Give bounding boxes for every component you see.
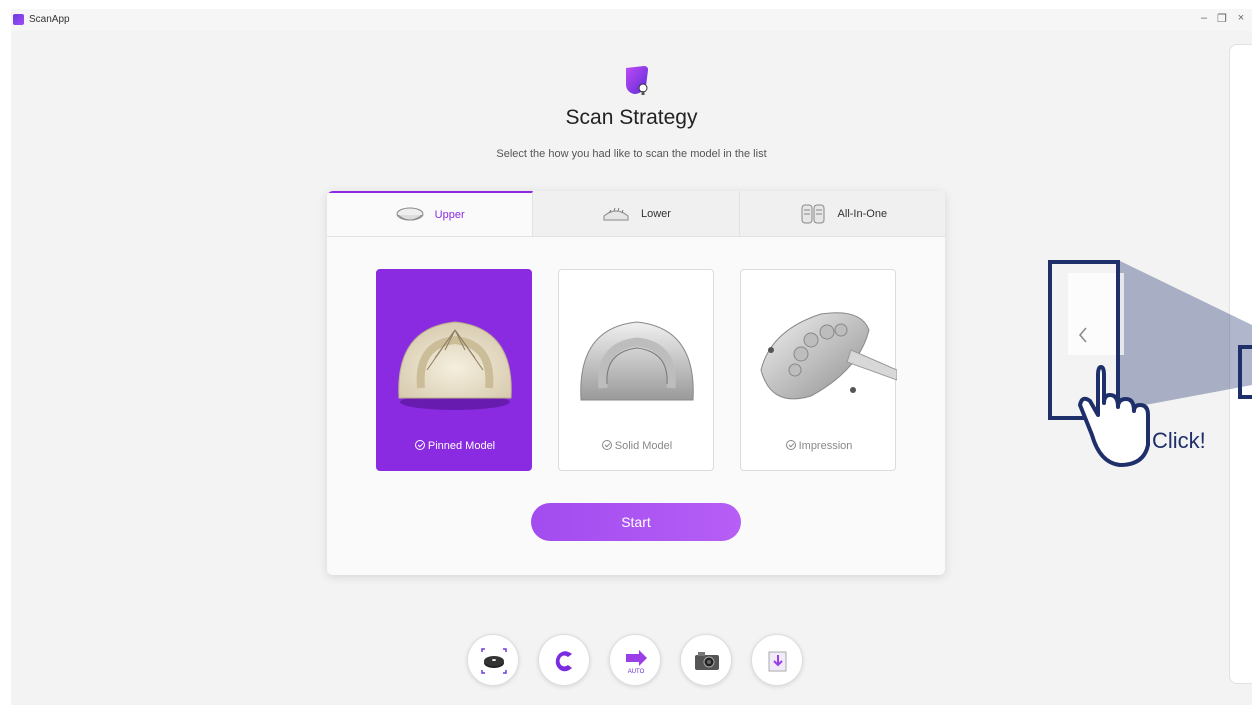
tab-lower-label: Lower [641, 207, 671, 220]
check-circle-icon [785, 440, 796, 450]
scan-strategy-card: Upper Lower All-In-One Pinned Model Soli… [327, 191, 945, 575]
camera-button[interactable] [680, 634, 732, 686]
scan-strategy-icon [626, 66, 648, 95]
auto-scan-button[interactable]: AUTO [609, 634, 661, 686]
click-hint-overlay [1048, 260, 1252, 467]
title-bar: ScanApp – ❐ × [11, 9, 1252, 31]
upper-jaw-icon [396, 207, 424, 220]
tab-upper[interactable]: Upper [327, 191, 534, 236]
turntable-scan-button[interactable] [467, 634, 519, 686]
page-title: Scan Strategy [565, 106, 698, 129]
turntable-scan-icon [481, 648, 507, 674]
lower-jaw-icon [603, 207, 629, 220]
jaw-tabs: Upper Lower All-In-One [327, 191, 945, 237]
pinned-model-image [398, 321, 512, 410]
auto-scan-icon: AUTO [626, 650, 647, 675]
export-button[interactable] [751, 634, 803, 686]
svg-text:AUTO: AUTO [628, 669, 645, 675]
tab-upper-label: Upper [434, 208, 465, 221]
option-solid-model[interactable]: Solid Model [558, 269, 714, 471]
all-in-one-icon [801, 204, 825, 223]
camera-icon [695, 652, 719, 670]
export-icon [768, 651, 787, 672]
tab-all-in-one[interactable]: All-In-One [739, 191, 945, 236]
start-button[interactable]: Start [531, 503, 741, 541]
calibration-icon [555, 651, 572, 672]
app-name: ScanApp [29, 14, 70, 25]
option-impression[interactable]: Impression [740, 269, 897, 471]
minimize-button[interactable]: – [1198, 12, 1210, 24]
option-pinned-model[interactable]: Pinned Model [376, 269, 532, 471]
app-logo-icon [13, 14, 24, 25]
check-circle-icon [414, 440, 425, 450]
restore-button[interactable]: ❐ [1216, 12, 1228, 25]
impression-image [760, 312, 897, 400]
solid-model-label: Solid Model [559, 440, 715, 452]
impression-label: Impression [741, 440, 897, 452]
check-circle-icon [601, 440, 612, 450]
calibration-button[interactable] [538, 634, 590, 686]
solid-model-image [580, 321, 694, 401]
tab-lower[interactable]: Lower [533, 191, 740, 236]
page-subtitle: Select the how you had like to scan the … [496, 148, 767, 160]
pinned-model-label: Pinned Model [377, 440, 533, 452]
tab-all-in-one-label: All-In-One [837, 207, 888, 220]
click-hint-text: Click! [1152, 428, 1206, 453]
close-button[interactable]: × [1235, 12, 1247, 24]
